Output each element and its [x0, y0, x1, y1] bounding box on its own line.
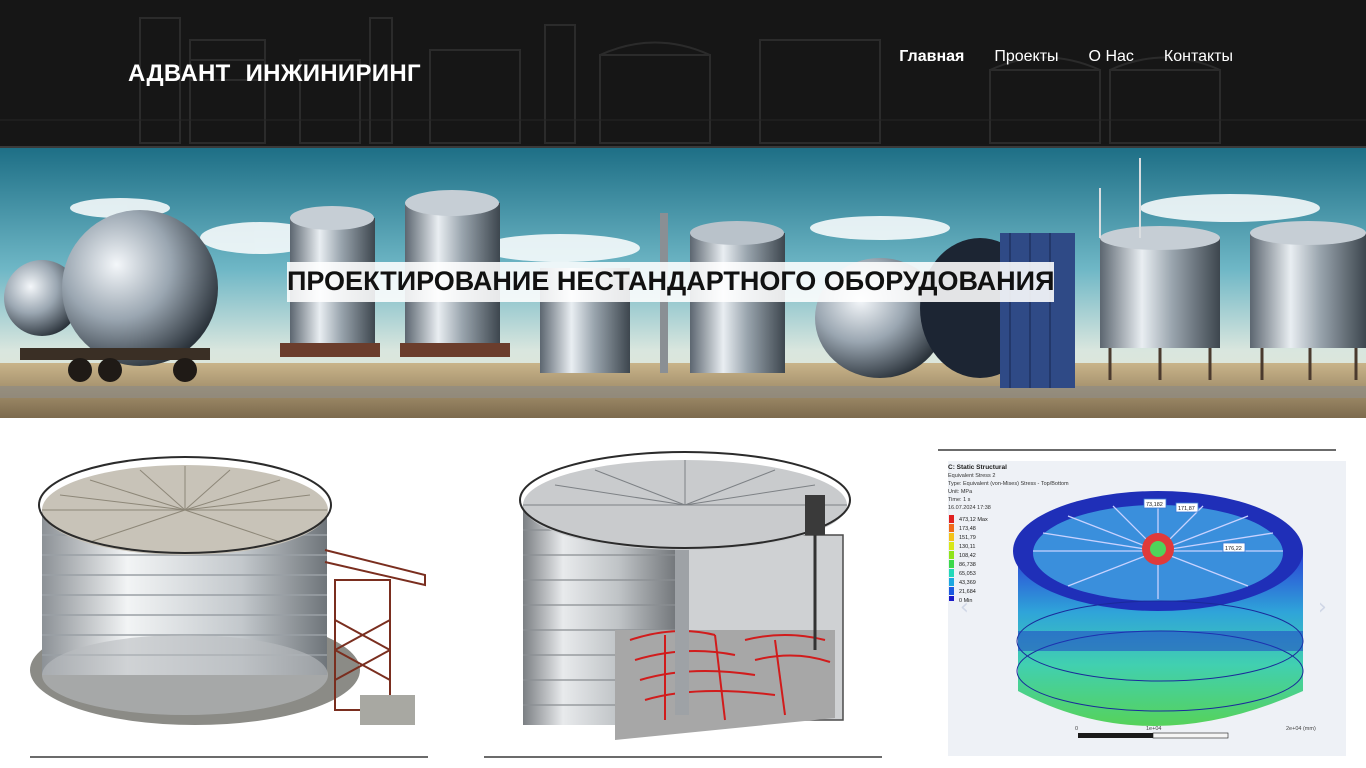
nav-link-about[interactable]: О Нас: [1089, 48, 1134, 66]
sim-title: C: Static Structural: [948, 464, 1007, 471]
nav-link-projects[interactable]: Проекты: [994, 48, 1058, 66]
tank-render-1: [30, 456, 426, 725]
site-logo[interactable]: АДВАНТ ИНЖИНИРИНГ: [128, 60, 421, 88]
logo-text-part2: ИНЖИНИРИНГ: [245, 60, 421, 87]
scale-tick-1: 1e+04: [1146, 726, 1161, 732]
probe-2: 171,87: [1178, 506, 1195, 512]
legend-value-7: 43,369: [959, 580, 976, 586]
sim-line-4: Time: 1 s: [948, 497, 971, 503]
legend-value-1: 173,48: [959, 526, 976, 532]
sim-line-5: 16.07.2024 17:38: [948, 505, 991, 511]
gallery-rule-3: [938, 449, 1336, 451]
scale-label: 2e+04 (mm): [1286, 726, 1316, 732]
nav-link-contacts[interactable]: Контакты: [1164, 48, 1233, 66]
hero-banner: ПРОЕКТИРОВАНИЕ НЕСТАНДАРТНОГО ОБОРУДОВАН…: [0, 148, 1366, 418]
site-header: АДВАНТ ИНЖИНИРИНГ Главная Проекты О Нас …: [0, 0, 1366, 147]
sim-line-1: Equivalent Stress 2: [948, 473, 995, 479]
carousel-next-arrow[interactable]: ›: [1318, 595, 1327, 620]
page: АДВАНТ ИНЖИНИРИНГ Главная Проекты О Нас …: [0, 0, 1366, 768]
hero-title: ПРОЕКТИРОВАНИЕ НЕСТАНДАРТНОГО ОБОРУДОВАН…: [287, 266, 1055, 296]
main-nav: Главная Проекты О Нас Контакты: [899, 48, 1233, 66]
scale-tick-0: 0: [1075, 726, 1078, 732]
nav-link-home[interactable]: Главная: [899, 48, 964, 66]
carousel-prev-arrow[interactable]: ‹: [960, 595, 969, 620]
probe-3: 176,22: [1225, 546, 1242, 552]
gallery-rule-1: [30, 756, 428, 758]
gallery-image-stress-simulation[interactable]: C: Static Structural Equivalent Stress 2…: [948, 461, 1346, 756]
gallery-image-tank-section[interactable]: [515, 450, 865, 750]
stress-sim-render: C: Static Structural Equivalent Stress 2…: [948, 461, 1346, 756]
sim-line-3: Unit: MPa: [948, 489, 973, 495]
legend-value-2: 151,79: [959, 535, 976, 541]
legend-value-5: 86,738: [959, 562, 976, 568]
legend-value-4: 108,42: [959, 553, 976, 559]
sim-line-2: Type: Equivalent (von-Mises) Stress - To…: [948, 481, 1069, 487]
gallery-rule-2: [484, 756, 882, 758]
gallery-image-tank-with-stairs[interactable]: [30, 450, 430, 750]
legend-value-0: 473,12 Max: [959, 517, 988, 523]
legend-value-6: 65,053: [959, 571, 976, 577]
probe-1: 73,182: [1146, 502, 1163, 508]
hero-title-box: ПРОЕКТИРОВАНИЕ НЕСТАНДАРТНОГО ОБОРУДОВАН…: [287, 262, 1055, 302]
logo-text-part1: АДВАНТ: [128, 60, 231, 87]
legend-value-3: 130,11: [959, 544, 975, 550]
tank-render-2: [519, 451, 851, 740]
